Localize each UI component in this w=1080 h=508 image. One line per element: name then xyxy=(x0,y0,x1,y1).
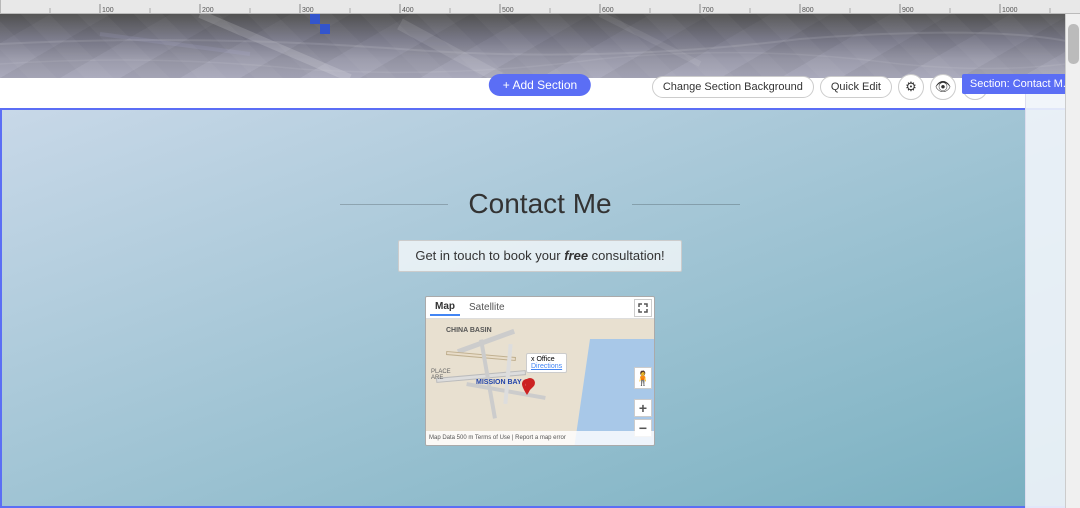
blue-marker xyxy=(310,14,330,34)
map-tab-map[interactable]: Map xyxy=(430,299,460,316)
add-section-button[interactable]: + Add Section xyxy=(489,74,591,96)
svg-text:700: 700 xyxy=(702,7,714,14)
right-toolbar: Change Section Background Quick Edit ⚙ 👁… xyxy=(652,74,988,100)
subtitle-suffix: consultation! xyxy=(588,248,665,263)
map-body: CHINA BASIN MISSION BAY PLACEARE x Offic… xyxy=(426,319,654,445)
contact-title-wrapper: Contact Me xyxy=(340,188,740,220)
top-image-strip xyxy=(0,14,1080,78)
scrollbar[interactable] xyxy=(1065,14,1080,508)
right-panel xyxy=(1025,78,1065,508)
change-bg-button[interactable]: Change Section Background xyxy=(652,76,814,98)
map-expand-button[interactable] xyxy=(634,299,652,317)
map-footer-text: Map Data 500 m Terms of Use | Report a m… xyxy=(429,435,566,441)
subtitle-prefix: Get in touch to book your xyxy=(415,248,564,263)
svg-text:400: 400 xyxy=(402,7,414,14)
map-popup-text: x Office xyxy=(531,356,555,363)
map-popup: x Office Directions xyxy=(526,353,567,373)
eye-icon-button[interactable]: 👁 xyxy=(930,74,956,100)
svg-text:300: 300 xyxy=(302,7,314,14)
contact-title: Contact Me xyxy=(448,188,631,220)
svg-text:800: 800 xyxy=(802,7,814,14)
settings-icon: ⚙ xyxy=(905,79,917,95)
svg-text:100: 100 xyxy=(102,7,114,14)
map-label-mission-bay: MISSION BAY xyxy=(476,379,522,386)
map-label-china-basin: CHINA BASIN xyxy=(446,327,492,334)
svg-text:600: 600 xyxy=(602,7,614,14)
section-highlight-top xyxy=(0,108,1065,110)
map-zoom-in-button[interactable]: + xyxy=(634,399,652,417)
eye-icon: 👁 xyxy=(935,79,952,95)
map-toolbar: Map Satellite xyxy=(426,297,654,319)
subtitle-italic: free xyxy=(564,248,588,263)
svg-text:500: 500 xyxy=(502,7,514,14)
svg-text:1000: 1000 xyxy=(1002,7,1018,14)
settings-icon-button[interactable]: ⚙ xyxy=(898,74,924,100)
map-tab-satellite[interactable]: Satellite xyxy=(464,300,510,315)
svg-text:900: 900 xyxy=(902,7,914,14)
quick-edit-button[interactable]: Quick Edit xyxy=(820,76,892,98)
title-divider-left xyxy=(340,204,448,205)
contact-subtitle-wrapper: Get in touch to book your free consultat… xyxy=(398,240,681,272)
title-divider-right xyxy=(632,204,740,205)
map-pin xyxy=(521,379,531,389)
contact-subtitle: Get in touch to book your free consultat… xyxy=(415,248,664,263)
map-footer: Map Data 500 m Terms of Use | Report a m… xyxy=(426,431,654,445)
map-pegman-button[interactable]: 🧍 xyxy=(634,367,652,389)
main-content: Contact Me Get in touch to book your fre… xyxy=(0,108,1080,508)
map-container[interactable]: Map Satellite CHI xyxy=(425,296,655,446)
section-highlight-left xyxy=(0,108,2,508)
map-label-place: PLACEARE xyxy=(431,369,451,381)
svg-text:200: 200 xyxy=(202,7,214,14)
scrollbar-thumb[interactable] xyxy=(1068,24,1079,64)
map-directions-link[interactable]: Directions xyxy=(531,363,562,370)
ruler: 100 200 300 400 500 600 700 800 900 1000 xyxy=(0,0,1080,14)
section-label: Section: Contact M... xyxy=(962,74,1080,94)
